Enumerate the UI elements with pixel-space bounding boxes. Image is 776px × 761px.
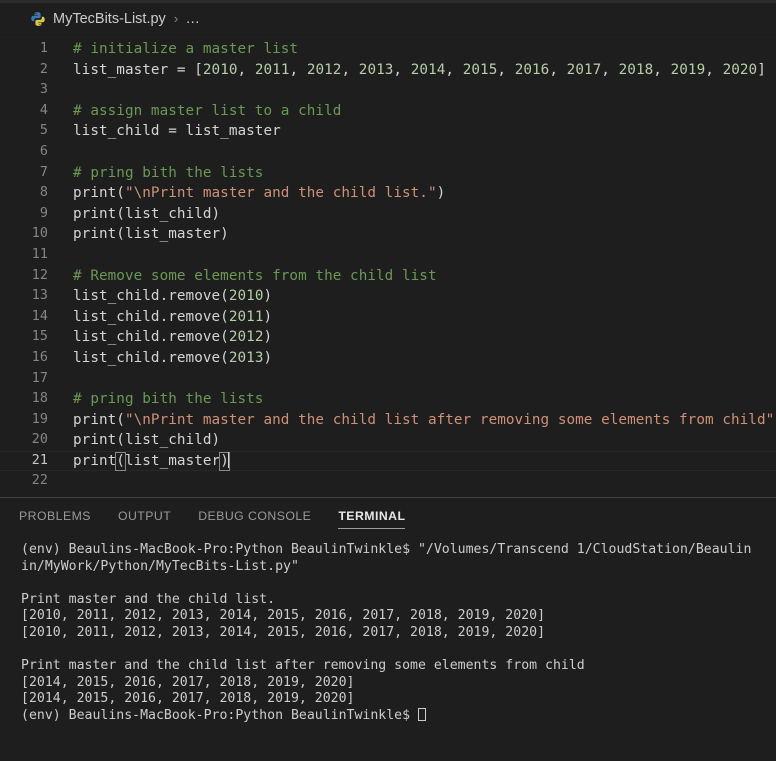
line-number: 16 (31, 349, 48, 365)
text-cursor (227, 451, 229, 468)
code-line[interactable]: 6 (0, 142, 776, 163)
line-number: 17 (31, 370, 48, 386)
code-line[interactable]: 16 list_child.remove(2013) (0, 348, 776, 369)
terminal-line: Print master and the child list. (21, 591, 276, 607)
code-line[interactable]: 14 list_child.remove(2011) (0, 307, 776, 328)
editor-tabstrip: MyTecBits-List.py › ... (0, 0, 776, 35)
terminal-block-cursor (417, 707, 426, 721)
line-number: 12 (31, 267, 48, 283)
breadcrumb-file-name[interactable]: MyTecBits-List.py (53, 11, 166, 27)
terminal-output[interactable]: (env) Beaulins-MacBook-Pro:Python Beauli… (0, 535, 776, 761)
line-number: 4 (39, 102, 48, 118)
line-number: 15 (31, 329, 48, 345)
code-line[interactable]: 1 # initialize a master list (0, 39, 776, 60)
line-number: 5 (39, 123, 48, 139)
code-line[interactable]: 8 print("\nPrint master and the child lis… (0, 183, 776, 204)
terminal-prompt-line: (env) Beaulins-MacBook-Pro:Python Beauli… (21, 707, 776, 725)
code-line-text: # pring bith the lists (73, 391, 264, 408)
code-line-text: print(list_child) (73, 205, 221, 222)
line-number: 20 (31, 432, 48, 448)
panel-tab-terminal[interactable]: TERMINAL (338, 498, 406, 535)
code-line-text: print("\nPrint master and the child list… (73, 411, 776, 428)
line-number: 18 (31, 391, 48, 407)
code-line-text: # Remove some elements from the child li… (73, 267, 437, 284)
line-number: 14 (31, 308, 48, 324)
breadcrumb-overflow[interactable]: ... (186, 11, 200, 27)
breadcrumb[interactable]: MyTecBits-List.py › ... (0, 3, 776, 34)
code-line[interactable]: 5 list_child = list_master (0, 121, 776, 142)
line-number: 3 (39, 82, 48, 98)
code-line-text: print("\nPrint master and the child list… (73, 185, 446, 202)
code-token-function: print (73, 452, 117, 469)
panel-tab-problems[interactable]: PROBLEMS (19, 498, 91, 535)
code-editor[interactable]: 1 # initialize a master list 2 list_master … (0, 35, 776, 497)
code-line[interactable]: 22 (0, 471, 776, 492)
terminal-line: [2010, 2011, 2012, 2013, 2014, 2015, 201… (21, 608, 546, 624)
code-line[interactable]: 3 (0, 80, 776, 101)
bracket-match-open: ( (115, 451, 126, 471)
line-number: 10 (31, 226, 48, 242)
code-lines-container: 1 # initialize a master list 2 list_master … (0, 39, 776, 492)
terminal-line: Print master and the child list after re… (21, 658, 585, 674)
panel-tab-bar: PROBLEMS OUTPUT DEBUG CONSOLE TERMINAL (0, 498, 776, 535)
line-number: 21 (31, 452, 48, 468)
line-number: 11 (31, 246, 48, 262)
terminal-command-line-wrapped: in/MyWork/Python/MyTecBits-List.py" (21, 558, 299, 574)
code-line[interactable]: 9 print(list_child) (0, 204, 776, 225)
code-line[interactable]: 17 (0, 369, 776, 390)
line-number: 2 (39, 61, 48, 77)
code-line-text: # assign master list to a child (73, 102, 342, 119)
terminal-line: [2014, 2015, 2016, 2017, 2018, 2019, 202… (21, 674, 355, 690)
code-line-text: list_child.remove(2012) (73, 329, 273, 346)
code-line[interactable]: 19 print("\nPrint master and the child li… (0, 410, 776, 431)
line-number: 19 (31, 411, 48, 427)
terminal-line: [2014, 2015, 2016, 2017, 2018, 2019, 202… (21, 691, 355, 707)
terminal-line: [2010, 2011, 2012, 2013, 2014, 2015, 201… (21, 624, 546, 640)
code-line[interactable]: 7 # pring bith the lists (0, 163, 776, 184)
code-line[interactable]: 18 # pring bith the lists (0, 389, 776, 410)
line-number: 9 (39, 205, 48, 221)
code-line[interactable]: 15 list_child.remove(2012) (0, 327, 776, 348)
breadcrumb-separator-icon: › (173, 11, 179, 26)
code-line[interactable]: 20 print(list_child) (0, 430, 776, 451)
code-line-text: list_child = list_master (73, 123, 281, 140)
panel-tab-debug-console[interactable]: DEBUG CONSOLE (198, 498, 311, 535)
panel-tab-output[interactable]: OUTPUT (118, 498, 171, 535)
line-number: 6 (39, 143, 48, 159)
code-line[interactable]: 2 list_master = [2010, 2011, 2012, 2013, … (0, 60, 776, 81)
code-token-argument: list_master (124, 452, 221, 469)
code-line[interactable]: 21 print(list_master) (0, 450, 776, 472)
code-line[interactable]: 13 list_child.remove(2010) (0, 286, 776, 307)
code-line-text: list_child.remove(2011) (73, 308, 273, 325)
code-line-text: print(list_master) (73, 451, 776, 472)
line-number: 7 (39, 164, 48, 180)
code-line-text: list_master = [2010, 2011, 2012, 2013, 2… (73, 61, 766, 78)
vscode-window: MyTecBits-List.py › ... 1 # initialize a … (0, 0, 776, 761)
code-line-text: print(list_master) (73, 226, 229, 243)
code-line[interactable]: 12 # Remove some elements from the child … (0, 266, 776, 287)
bottom-panel: PROBLEMS OUTPUT DEBUG CONSOLE TERMINAL (env… (0, 497, 776, 761)
code-line-text: # initialize a master list (73, 41, 299, 57)
code-line-text: print(list_child) (73, 432, 221, 449)
line-number: 1 (39, 41, 48, 56)
code-line[interactable]: 10 print(list_master) (0, 224, 776, 245)
code-line-text: # pring bith the lists (73, 164, 264, 181)
line-number: 13 (31, 288, 48, 304)
code-line[interactable]: 4 # assign master list to a child (0, 101, 776, 122)
python-file-icon (30, 11, 46, 27)
code-line[interactable]: 11 (0, 245, 776, 266)
line-number: 8 (39, 185, 48, 201)
code-line-text: list_child.remove(2010) (73, 288, 273, 305)
line-number: 22 (31, 473, 48, 489)
code-line-text: list_child.remove(2013) (73, 349, 273, 366)
terminal-command-line: (env) Beaulins-MacBook-Pro:Python Beauli… (21, 542, 752, 557)
